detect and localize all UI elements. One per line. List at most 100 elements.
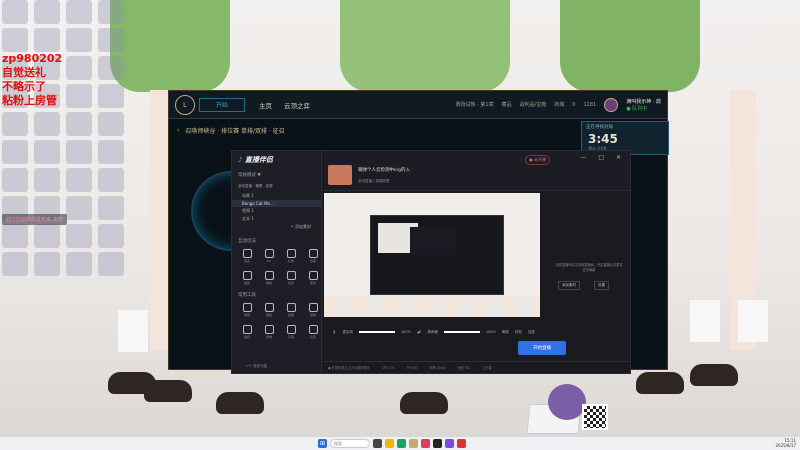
desktop-icon[interactable] — [98, 196, 124, 220]
player-name: 满叫我示神 · 鼎 — [626, 98, 661, 105]
tool-button[interactable]: 设置 — [304, 325, 322, 341]
tool-button[interactable]: 抽奖 — [238, 271, 256, 287]
desktop-icon[interactable] — [66, 112, 92, 136]
lol-logo-icon[interactable]: L — [175, 94, 195, 115]
desktop-icon[interactable] — [66, 224, 92, 248]
browser-icon[interactable] — [397, 439, 406, 448]
file-explorer-icon[interactable] — [385, 439, 394, 448]
room-cover-thumbnail[interactable] — [328, 165, 352, 185]
desktop-icon[interactable] — [2, 0, 28, 24]
more-functions-link[interactable]: ••• 更多功能 — [246, 364, 267, 369]
desktop-icon[interactable] — [66, 56, 92, 80]
desktop-icon[interactable] — [98, 224, 124, 248]
tool-button[interactable]: 字幕 — [282, 325, 300, 341]
desktop-icon[interactable] — [34, 0, 60, 24]
desktop-icon[interactable] — [98, 112, 124, 136]
desktop-icon[interactable] — [98, 140, 124, 164]
desktop-icon[interactable] — [66, 252, 92, 276]
player-status: ● 队列中 — [626, 105, 648, 112]
tool-button[interactable]: 弹幕 — [238, 303, 256, 319]
desktop-icon[interactable] — [98, 84, 124, 108]
desktop-icon[interactable] — [66, 168, 92, 192]
desktop-icon[interactable] — [98, 168, 124, 192]
room-title[interactable]: 钢弹个人云检测中ing的入 — [358, 167, 410, 173]
lol-taskbar-icon[interactable] — [409, 439, 418, 448]
tool-button[interactable]: 截图 — [282, 303, 300, 319]
header-icon-collection[interactable]: 藏品 — [502, 101, 512, 108]
play-button[interactable]: 开始 — [199, 97, 245, 112]
tool-button[interactable]: 贴纸 — [238, 325, 256, 341]
tool-button[interactable]: 录制 — [304, 303, 322, 319]
desktop-icon[interactable] — [66, 84, 92, 108]
desktop-icon[interactable] — [98, 28, 124, 52]
desktop-icon[interactable] — [34, 140, 60, 164]
desktop-icon[interactable] — [2, 28, 28, 52]
desktop-icon[interactable] — [66, 0, 92, 24]
desktop-icon[interactable] — [66, 196, 92, 220]
app-taskbar-icon[interactable] — [457, 439, 466, 448]
system-clock[interactable]: 15:11 2025/8/17 — [775, 438, 796, 448]
mic-volume-slider[interactable] — [358, 331, 395, 333]
desktop-icon[interactable] — [34, 168, 60, 192]
desktop-icon[interactable] — [34, 252, 60, 276]
settings-button[interactable]: 设置 — [594, 281, 609, 290]
window-controls[interactable]: — □ ✕ — [580, 154, 626, 161]
tool-button[interactable]: 连麦 — [238, 249, 256, 265]
scene-item[interactable]: 场景 1 — [232, 192, 321, 200]
room-category[interactable]: 游戏直播 | 英雄联盟 — [358, 179, 389, 184]
nav-tft[interactable]: 云顶之弈 — [284, 100, 310, 110]
tool-button[interactable]: 投票 — [304, 249, 322, 265]
tool-button[interactable]: 福袋 — [260, 271, 278, 287]
nav-home[interactable]: 主页 — [259, 100, 272, 110]
desktop-icon[interactable] — [34, 28, 60, 52]
desktop-icon[interactable] — [2, 140, 28, 164]
scene-tabs[interactable]: 游戏直播 · 横屏 · 竖屏 — [232, 181, 321, 192]
tool-button[interactable]: PK — [260, 249, 278, 265]
tool-button[interactable]: 礼物 — [282, 249, 300, 265]
taskbar-search[interactable]: 搜索 — [330, 439, 370, 448]
desktop-icon[interactable] — [2, 252, 28, 276]
header-icon-store[interactable]: 商城 — [554, 101, 564, 108]
header-icon-trial[interactable]: 赛场试炼 · 第1章 — [456, 101, 494, 108]
tool-icon — [242, 249, 252, 258]
streamer-taskbar-icon[interactable] — [421, 439, 430, 448]
task-view-icon[interactable] — [373, 439, 382, 448]
desktop-icon[interactable] — [2, 168, 28, 192]
desktop-icon[interactable] — [66, 28, 92, 52]
effects-button[interactable]: 特效 — [515, 330, 522, 335]
go-live-button[interactable]: 开始直播 — [518, 341, 566, 355]
windows-start-icon[interactable]: ⊞ — [318, 439, 327, 448]
danmaku-bubble: 财万犯给你的发布来 来吧 — [2, 214, 67, 225]
tool-button[interactable]: 任务 — [282, 271, 300, 287]
add-scene-button[interactable]: + 添加素材 — [232, 223, 321, 231]
app-taskbar-icon[interactable] — [433, 439, 442, 448]
mic-icon[interactable]: 🎙 — [332, 330, 336, 334]
add-source-button[interactable]: 添加素材 — [558, 281, 580, 290]
desktop-icon[interactable] — [98, 0, 124, 24]
tool-button[interactable]: 音效 — [260, 325, 278, 341]
tool-button[interactable]: 美颜 — [260, 303, 278, 319]
desktop-icon[interactable] — [2, 224, 28, 248]
co-host-button[interactable]: 连麦 — [528, 330, 535, 335]
header-icon-loot[interactable]: 战利品/宝箱 — [520, 101, 547, 108]
player-avatar[interactable] — [604, 97, 619, 112]
common-tools: 弹幕 美颜 截图 录制 贴纸 音效 字幕 设置 — [232, 301, 321, 343]
desktop-icon[interactable] — [34, 224, 60, 248]
tool-icon — [308, 249, 318, 258]
app-taskbar-icon[interactable] — [445, 439, 454, 448]
tool-button[interactable]: 更多 — [304, 271, 322, 287]
back-arrow-icon[interactable]: ‹ — [177, 127, 179, 134]
desktop-icon[interactable] — [2, 112, 28, 136]
desktop-icon[interactable] — [98, 56, 124, 80]
scene-mode-select[interactable]: 常规模式 ▼ — [232, 169, 321, 181]
desktop-icon[interactable] — [34, 112, 60, 136]
scene-item[interactable]: 视频 1 — [232, 207, 321, 215]
beauty-button[interactable]: 美颜 — [502, 330, 509, 335]
desktop-icon[interactable] — [66, 140, 92, 164]
stream-preview[interactable] — [324, 193, 540, 317]
desktop-icon[interactable] — [98, 252, 124, 276]
speaker-volume-slider[interactable] — [443, 331, 480, 333]
scene-item[interactable]: Bongo Cat Mv... — [232, 200, 321, 207]
speaker-icon[interactable]: 🔊 — [417, 330, 421, 334]
scene-item[interactable]: 文本 1 — [232, 215, 321, 223]
